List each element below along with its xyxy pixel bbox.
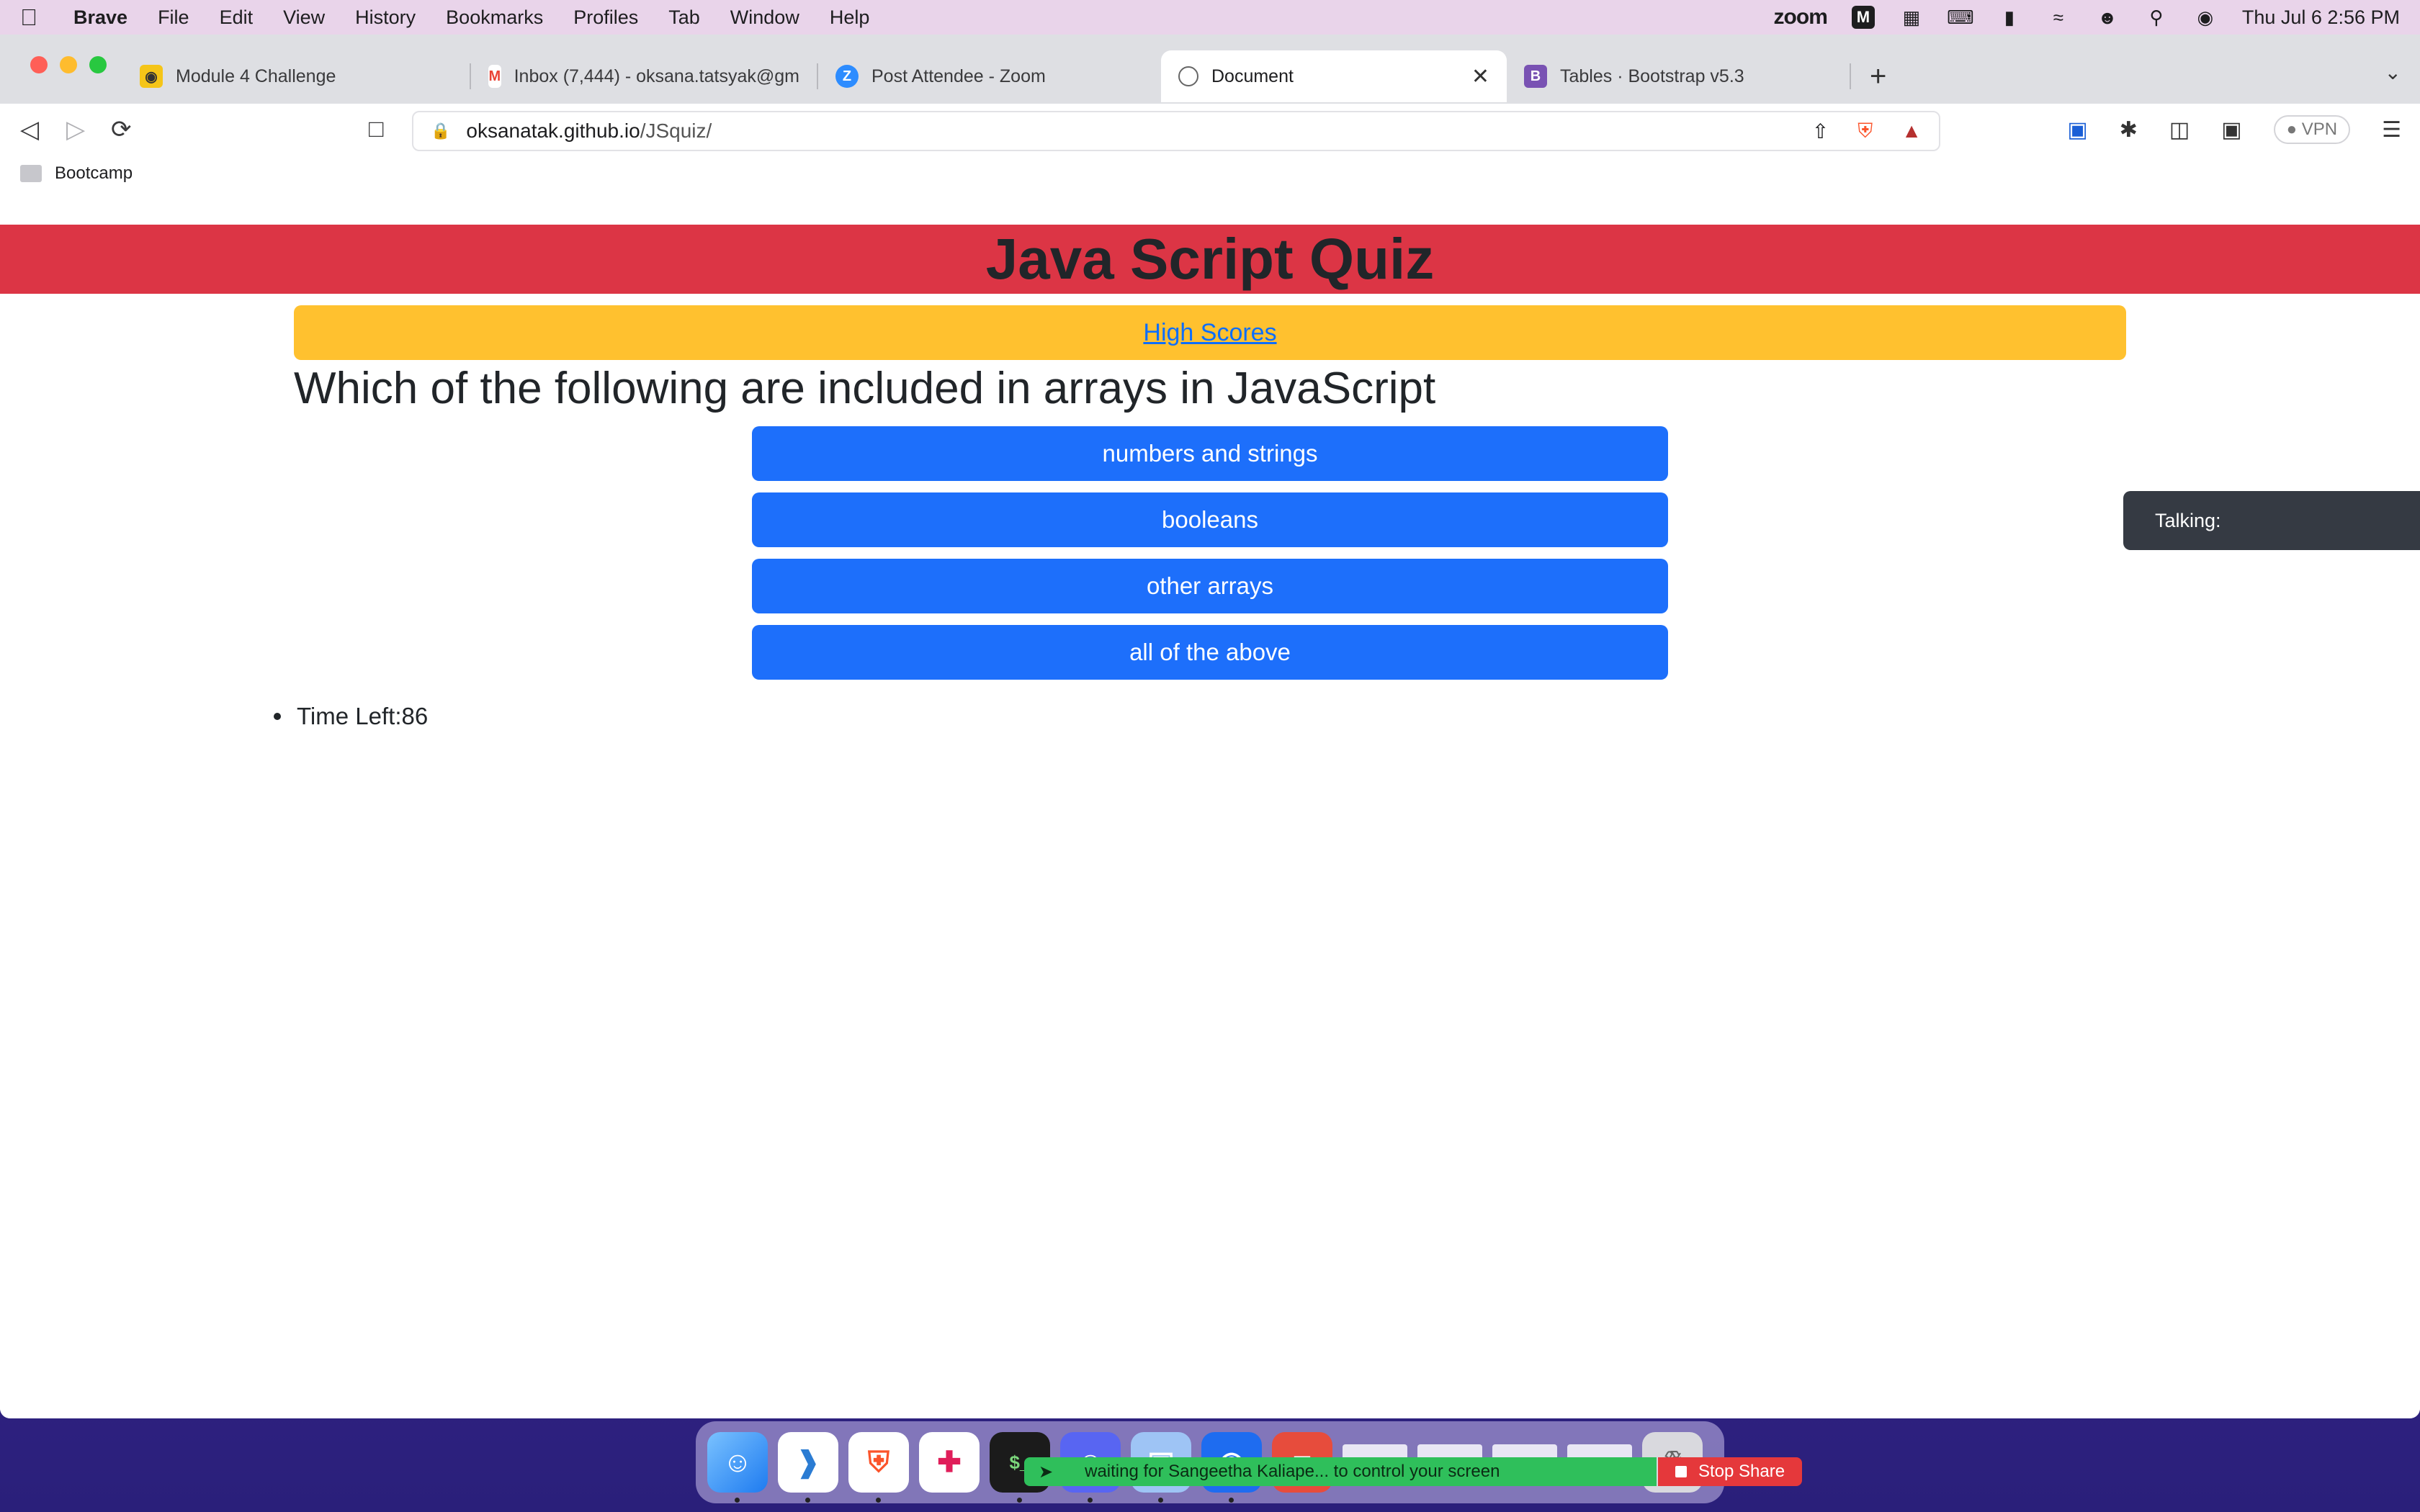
bookmark-bootcamp[interactable]: Bootcamp [55,163,133,184]
tab-label: Module 4 Challenge [176,66,336,86]
tab-module-4-challenge[interactable]: ◉ Module 4 Challenge [122,50,468,102]
window-layout-icon[interactable]: ▦ [1899,6,1924,28]
macos-menu-bar:  Brave File Edit View History Bookmarks… [0,0,2420,35]
folder-icon [20,165,42,182]
talking-label: Talking: [2155,509,2221,531]
zoom-remote-control-banner: ➤ waiting for Sangeetha Kaliape... to co… [1024,1457,1657,1486]
tab-gmail-inbox[interactable]: M Inbox (7,444) - oksana.tatsyak@gm [471,50,817,102]
address-bar[interactable]: 🔒 oksanatak.github.io/JSquiz/ ⇧ ⛨ ▲ [412,111,1940,151]
brave-icon[interactable]: ⛨ [848,1432,909,1503]
menu-help[interactable]: Help [830,6,870,29]
time-left-text: Time Left:86 [297,703,429,729]
zoom-favicon-icon: Z [835,65,859,88]
gmail-icon: M [488,65,501,88]
tab-label: Post Attendee - Zoom [871,66,1046,86]
lock-icon[interactable]: 🔒 [431,122,450,140]
page-content: Java Script Quiz High Scores Which of th… [0,190,2420,1418]
high-scores-link[interactable]: High Scores [1143,319,1276,347]
close-tab-icon[interactable]: ✕ [1471,64,1489,89]
tab-zoom-post-attendee[interactable]: Z Post Attendee - Zoom [818,50,1161,102]
time-left: Time Left:86 [274,703,428,730]
menu-tab[interactable]: Tab [668,6,700,29]
new-tab-icon[interactable]: + [1870,60,1886,93]
answer-button[interactable]: booleans [752,492,1668,547]
menu-window[interactable]: Window [730,6,799,29]
menu-history[interactable]: History [355,6,416,29]
bootstrap-icon: B [1524,65,1547,88]
answer-button[interactable]: numbers and strings [752,426,1668,481]
stop-icon [1675,1466,1687,1477]
address-bar-actions: ⇧ ⛨ ▲ [1812,120,1922,143]
menubar-clock[interactable]: Thu Jul 6 2:56 PM [2242,6,2400,29]
tab-label: Inbox (7,444) - oksana.tatsyak@gm [514,66,799,86]
brave-rewards-icon[interactable]: ▲ [1901,120,1922,143]
tab-strip: ◉ Module 4 Challenge M Inbox (7,444) - o… [0,35,2420,104]
menu-profiles[interactable]: Profiles [573,6,638,29]
zoom-menubar-label[interactable]: zoom [1774,5,1828,30]
answer-button[interactable]: other arrays [752,559,1668,613]
tab-label: Tables · Bootstrap v5.3 [1560,66,1744,86]
bookmark-icon[interactable]: □ [369,115,384,143]
answer-button[interactable]: all of the above [752,625,1668,680]
tab-divider [1850,63,1851,89]
vpn-label: VPN [2301,120,2338,139]
finder-icon[interactable]: ☺ [707,1432,768,1503]
forward-icon[interactable]: ▷ [66,115,85,144]
menu-edit[interactable]: Edit [220,6,254,29]
slack-icon[interactable]: ✚ [919,1432,980,1493]
zoom-talking-indicator: Talking: [2123,491,2420,550]
vpn-button[interactable]: ● VPN [2273,115,2351,144]
bookmarks-bar: Bootcamp [0,157,2420,192]
wifi-icon[interactable]: ≈ [2046,6,2071,28]
high-scores-bar: High Scores [294,305,2126,360]
page-title: Java Script Quiz [985,227,1435,291]
share-icon[interactable]: ⇧ [1812,120,1829,143]
user-icon[interactable]: ☻ [2095,6,2120,28]
stop-share-button[interactable]: Stop Share [1658,1457,1802,1486]
tab-bootstrap-tables[interactable]: B Tables · Bootstrap v5.3 [1507,50,1850,102]
stop-share-label: Stop Share [1698,1462,1785,1481]
back-icon[interactable]: ◁ [20,115,39,144]
window-controls [30,56,107,73]
browser-window: ◉ Module 4 Challenge M Inbox (7,444) - o… [0,35,2420,1418]
brave-shields-icon[interactable]: ⛨ [1857,120,1873,143]
control-center-icon[interactable]: ◉ [2193,6,2218,28]
menu-view[interactable]: View [283,6,325,29]
search-icon[interactable]: ⚲ [2144,6,2169,28]
remote-control-icon: ➤ [1039,1462,1054,1482]
wallet-icon[interactable]: ▣ [2221,117,2241,143]
module-favicon-icon: ◉ [140,65,163,88]
url-host: oksanatak.github.io [466,120,640,142]
quiz-question: Which of the following are included in a… [294,364,1436,413]
menu-icon[interactable]: ☰ [2382,117,2401,143]
menu-bar-tray: zoom M ▦ ⌨ ▮ ≈ ☻ ⚲ ◉ Thu Jul 6 2:56 PM [1774,5,2400,30]
quiz-header: Java Script Quiz [0,225,2420,294]
reload-icon[interactable]: ⟳ [111,115,132,144]
extension-icons: ▣ ✱ ◫ ▣ ● VPN ☰ [2067,115,2401,144]
menu-bookmarks[interactable]: Bookmarks [446,6,543,29]
keyboard-icon[interactable]: ⌨ [1947,6,1974,28]
browser-toolbar: ◁ ▷ ⟳ □ 🔒 oksanatak.github.io/JSquiz/ ⇧ … [0,104,2420,157]
battery-icon[interactable]: ▮ [1997,6,2022,28]
close-window-icon[interactable] [30,56,48,73]
m-app-icon[interactable]: M [1851,6,1875,29]
zoom-window-icon[interactable] [89,56,107,73]
globe-icon [1178,66,1198,86]
url-path: /JSquiz/ [640,120,712,142]
menu-file[interactable]: File [158,6,189,29]
chevron-down-icon[interactable]: ⌄ [2385,60,2401,84]
apple-icon[interactable]:  [20,4,49,31]
tab-label: Document [1211,66,1294,86]
answer-list: numbers and strings booleans other array… [752,426,1668,691]
tab-document[interactable]: Document ✕ [1161,50,1507,102]
menu-app-brave[interactable]: Brave [73,6,127,29]
puzzle-icon[interactable]: ✱ [2120,117,2138,143]
sidebar-icon[interactable]: ◫ [2169,117,2190,143]
extension-icon[interactable]: ▣ [2067,117,2087,143]
vscode-icon[interactable]: ❱ [778,1432,838,1503]
zoom-banner-text: waiting for Sangeetha Kaliape... to cont… [1085,1462,1500,1481]
minimize-window-icon[interactable] [60,56,77,73]
